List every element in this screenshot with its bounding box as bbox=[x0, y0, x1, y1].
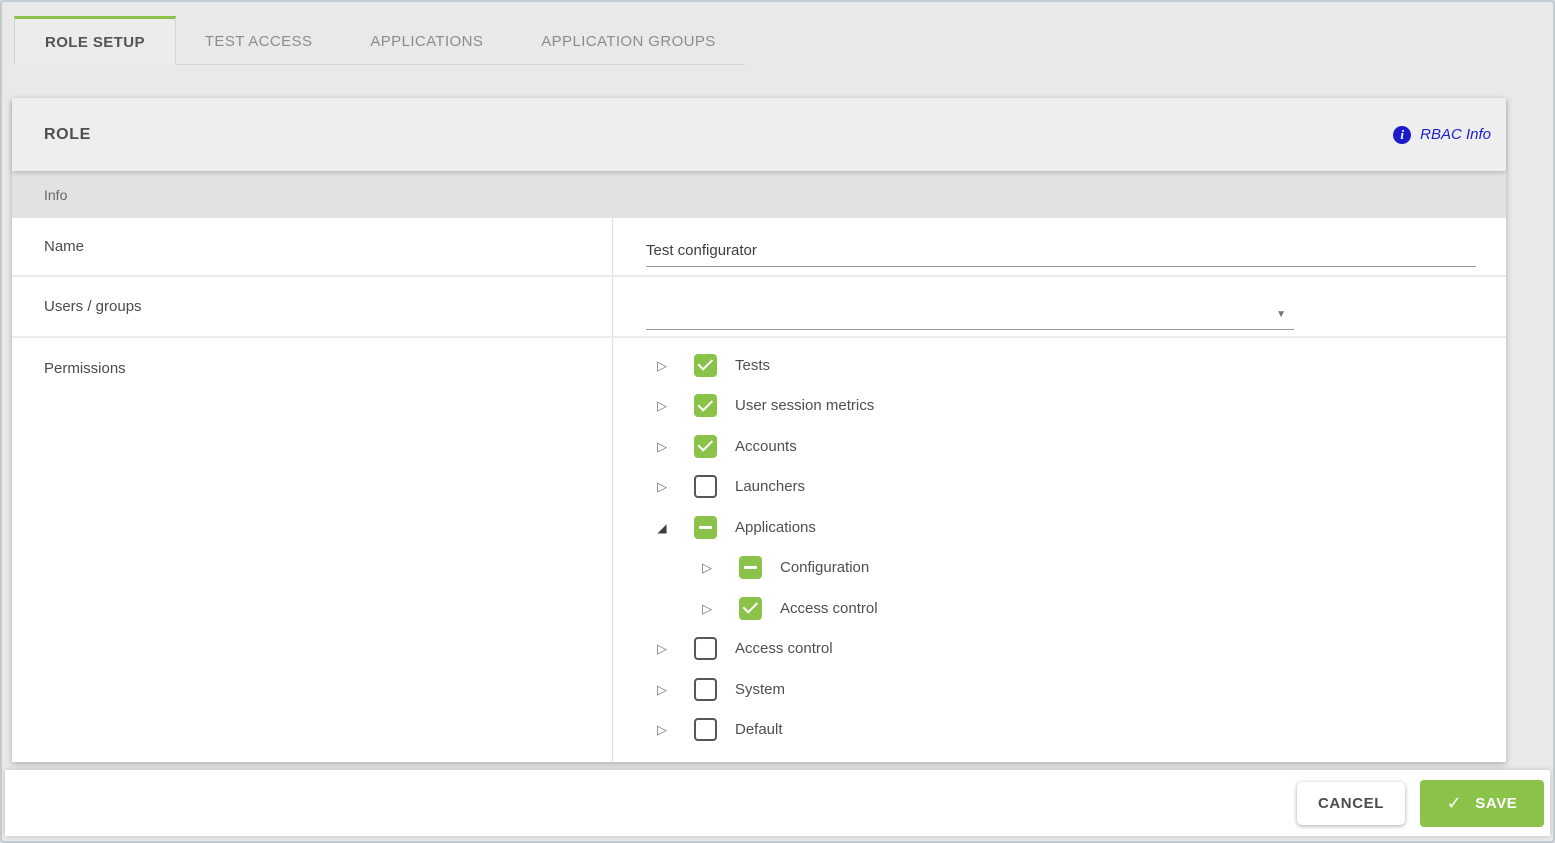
name-field-row: Name bbox=[12, 218, 1506, 277]
tab-bar: ROLE SETUP TEST ACCESS APPLICATIONS APPL… bbox=[2, 2, 1553, 65]
tree-node-child: Access control bbox=[646, 588, 1476, 629]
name-label: Name bbox=[12, 218, 612, 275]
expand-arrow-icon[interactable] bbox=[654, 723, 670, 736]
tree-node: System bbox=[646, 669, 1476, 710]
tree-node: Default bbox=[646, 710, 1476, 751]
section-header-info: Info bbox=[12, 171, 1506, 218]
expand-arrow-icon[interactable] bbox=[654, 359, 670, 372]
rbac-info-label: RBAC Info bbox=[1420, 126, 1491, 143]
chevron-down-icon: ▼ bbox=[1276, 309, 1294, 320]
permissions-tree: Tests User session metrics Accounts Laun… bbox=[612, 338, 1506, 762]
panel-header: ROLE i RBAC Info bbox=[12, 98, 1506, 171]
expand-arrow-icon[interactable] bbox=[654, 683, 670, 696]
tree-checkbox[interactable] bbox=[694, 354, 717, 377]
expand-arrow-icon[interactable] bbox=[654, 642, 670, 655]
tree-node-label[interactable]: Accounts bbox=[735, 438, 797, 455]
tree-node: Launchers bbox=[646, 467, 1476, 508]
users-groups-label: Users / groups bbox=[12, 277, 612, 336]
expand-arrow-icon[interactable] bbox=[699, 561, 715, 574]
tree-node: Applications bbox=[646, 507, 1476, 548]
info-icon: i bbox=[1393, 126, 1411, 144]
panel-title: ROLE bbox=[44, 126, 91, 144]
tree-checkbox[interactable] bbox=[694, 435, 717, 458]
tree-checkbox[interactable] bbox=[739, 597, 762, 620]
tree-node-child: Configuration bbox=[646, 548, 1476, 589]
permissions-label: Permissions bbox=[12, 338, 612, 762]
tab-application-groups[interactable]: APPLICATION GROUPS bbox=[512, 16, 744, 65]
tree-node-label[interactable]: Tests bbox=[735, 357, 770, 374]
save-button[interactable]: ✓ SAVE bbox=[1420, 780, 1544, 827]
tree-node: User session metrics bbox=[646, 386, 1476, 427]
tree-checkbox[interactable] bbox=[694, 516, 717, 539]
tab-applications[interactable]: APPLICATIONS bbox=[341, 16, 512, 65]
permissions-field-row: Permissions Tests User session metrics A… bbox=[12, 338, 1506, 762]
tree-node-label[interactable]: Access control bbox=[735, 640, 833, 657]
name-input[interactable] bbox=[646, 235, 1476, 267]
expand-arrow-icon[interactable] bbox=[699, 602, 715, 615]
rbac-info-link[interactable]: i RBAC Info bbox=[1393, 126, 1491, 144]
tree-node-label[interactable]: Access control bbox=[780, 600, 878, 617]
tree-node-label[interactable]: Default bbox=[735, 721, 783, 738]
tree-checkbox[interactable] bbox=[694, 678, 717, 701]
tree-node-label[interactable]: User session metrics bbox=[735, 397, 874, 414]
action-bar: CANCEL ✓ SAVE bbox=[5, 770, 1550, 836]
tree-checkbox[interactable] bbox=[694, 718, 717, 741]
tree-node-label[interactable]: Applications bbox=[735, 519, 816, 536]
tab-test-access[interactable]: TEST ACCESS bbox=[176, 16, 342, 65]
expand-arrow-icon[interactable] bbox=[654, 480, 670, 493]
role-panel: ROLE i RBAC Info Info Name Users / group… bbox=[12, 98, 1506, 762]
tree-node: Access control bbox=[646, 629, 1476, 670]
tree-checkbox[interactable] bbox=[739, 556, 762, 579]
expand-arrow-icon[interactable] bbox=[654, 440, 670, 453]
save-button-label: SAVE bbox=[1475, 795, 1517, 812]
check-icon: ✓ bbox=[1447, 794, 1463, 812]
tree-node: Tests bbox=[646, 345, 1476, 386]
tree-node: Accounts bbox=[646, 426, 1476, 467]
tree-node-label[interactable]: System bbox=[735, 681, 785, 698]
users-groups-field-row: Users / groups ▼ bbox=[12, 277, 1506, 338]
tree-checkbox[interactable] bbox=[694, 637, 717, 660]
tree-checkbox[interactable] bbox=[694, 394, 717, 417]
tree-checkbox[interactable] bbox=[694, 475, 717, 498]
collapse-arrow-icon[interactable] bbox=[654, 521, 670, 534]
users-groups-select[interactable]: ▼ bbox=[646, 300, 1294, 330]
tree-node-label[interactable]: Configuration bbox=[780, 559, 869, 576]
tab-role-setup[interactable]: ROLE SETUP bbox=[14, 16, 176, 65]
expand-arrow-icon[interactable] bbox=[654, 399, 670, 412]
window: ROLE SETUP TEST ACCESS APPLICATIONS APPL… bbox=[0, 0, 1555, 843]
cancel-button[interactable]: CANCEL bbox=[1297, 782, 1405, 825]
tree-node-label[interactable]: Launchers bbox=[735, 478, 805, 495]
